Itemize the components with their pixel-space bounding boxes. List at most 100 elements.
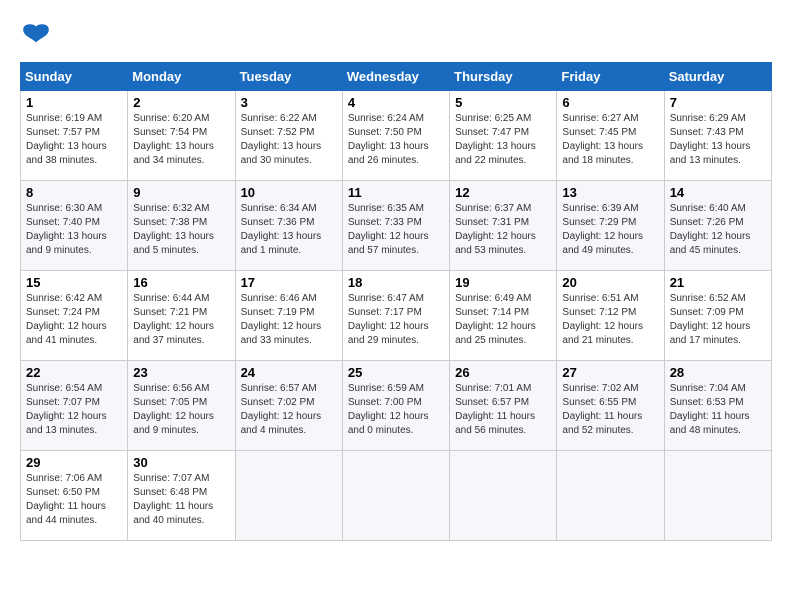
daylight-text: Daylight: 12 hours and 37 minutes. xyxy=(133,321,214,346)
calendar-cell: 26 Sunrise: 7:01 AM Sunset: 6:57 PM Dayl… xyxy=(450,361,557,451)
day-number: 2 xyxy=(133,95,229,110)
calendar-cell: 19 Sunrise: 6:49 AM Sunset: 7:14 PM Dayl… xyxy=(450,271,557,361)
sunrise-text: Sunrise: 6:42 AM xyxy=(26,293,102,304)
sunset-text: Sunset: 6:55 PM xyxy=(562,397,636,408)
daylight-text: Daylight: 13 hours and 38 minutes. xyxy=(26,141,107,166)
sunrise-text: Sunrise: 6:49 AM xyxy=(455,293,531,304)
day-number: 29 xyxy=(26,455,122,470)
calendar-cell: 17 Sunrise: 6:46 AM Sunset: 7:19 PM Dayl… xyxy=(235,271,342,361)
day-number: 20 xyxy=(562,275,658,290)
day-number: 18 xyxy=(348,275,444,290)
day-info: Sunrise: 6:46 AM Sunset: 7:19 PM Dayligh… xyxy=(241,292,337,348)
calendar-cell: 20 Sunrise: 6:51 AM Sunset: 7:12 PM Dayl… xyxy=(557,271,664,361)
sunrise-text: Sunrise: 6:54 AM xyxy=(26,383,102,394)
sunset-text: Sunset: 6:57 PM xyxy=(455,397,529,408)
calendar-cell: 14 Sunrise: 6:40 AM Sunset: 7:26 PM Dayl… xyxy=(664,181,771,271)
daylight-text: Daylight: 12 hours and 57 minutes. xyxy=(348,231,429,256)
sunrise-text: Sunrise: 6:57 AM xyxy=(241,383,317,394)
day-info: Sunrise: 7:06 AM Sunset: 6:50 PM Dayligh… xyxy=(26,472,122,528)
sunset-text: Sunset: 7:43 PM xyxy=(670,127,744,138)
calendar-cell: 18 Sunrise: 6:47 AM Sunset: 7:17 PM Dayl… xyxy=(342,271,449,361)
sunset-text: Sunset: 7:40 PM xyxy=(26,217,100,228)
calendar-cell: 11 Sunrise: 6:35 AM Sunset: 7:33 PM Dayl… xyxy=(342,181,449,271)
daylight-text: Daylight: 13 hours and 13 minutes. xyxy=(670,141,751,166)
calendar-cell: 1 Sunrise: 6:19 AM Sunset: 7:57 PM Dayli… xyxy=(21,91,128,181)
sunset-text: Sunset: 7:54 PM xyxy=(133,127,207,138)
daylight-text: Daylight: 13 hours and 26 minutes. xyxy=(348,141,429,166)
day-info: Sunrise: 6:30 AM Sunset: 7:40 PM Dayligh… xyxy=(26,202,122,258)
day-of-week-header: Thursday xyxy=(450,63,557,91)
calendar-cell: 25 Sunrise: 6:59 AM Sunset: 7:00 PM Dayl… xyxy=(342,361,449,451)
day-info: Sunrise: 6:51 AM Sunset: 7:12 PM Dayligh… xyxy=(562,292,658,348)
daylight-text: Daylight: 11 hours and 56 minutes. xyxy=(455,411,535,436)
day-info: Sunrise: 7:04 AM Sunset: 6:53 PM Dayligh… xyxy=(670,382,766,438)
sunrise-text: Sunrise: 6:34 AM xyxy=(241,203,317,214)
day-info: Sunrise: 6:25 AM Sunset: 7:47 PM Dayligh… xyxy=(455,112,551,168)
day-info: Sunrise: 6:54 AM Sunset: 7:07 PM Dayligh… xyxy=(26,382,122,438)
daylight-text: Daylight: 11 hours and 44 minutes. xyxy=(26,501,106,526)
daylight-text: Daylight: 12 hours and 13 minutes. xyxy=(26,411,107,436)
daylight-text: Daylight: 12 hours and 0 minutes. xyxy=(348,411,429,436)
day-number: 11 xyxy=(348,185,444,200)
sunrise-text: Sunrise: 6:51 AM xyxy=(562,293,638,304)
sunset-text: Sunset: 7:26 PM xyxy=(670,217,744,228)
day-of-week-header: Friday xyxy=(557,63,664,91)
sunset-text: Sunset: 7:19 PM xyxy=(241,307,315,318)
sunrise-text: Sunrise: 6:20 AM xyxy=(133,113,209,124)
calendar-cell xyxy=(450,451,557,541)
sunset-text: Sunset: 6:48 PM xyxy=(133,487,207,498)
sunset-text: Sunset: 7:21 PM xyxy=(133,307,207,318)
calendar-cell xyxy=(664,451,771,541)
day-info: Sunrise: 7:07 AM Sunset: 6:48 PM Dayligh… xyxy=(133,472,229,528)
sunrise-text: Sunrise: 6:22 AM xyxy=(241,113,317,124)
daylight-text: Daylight: 12 hours and 41 minutes. xyxy=(26,321,107,346)
sunrise-text: Sunrise: 6:56 AM xyxy=(133,383,209,394)
calendar-week-row: 15 Sunrise: 6:42 AM Sunset: 7:24 PM Dayl… xyxy=(21,271,772,361)
daylight-text: Daylight: 12 hours and 9 minutes. xyxy=(133,411,214,436)
sunrise-text: Sunrise: 6:24 AM xyxy=(348,113,424,124)
day-number: 21 xyxy=(670,275,766,290)
day-info: Sunrise: 6:34 AM Sunset: 7:36 PM Dayligh… xyxy=(241,202,337,258)
sunrise-text: Sunrise: 6:40 AM xyxy=(670,203,746,214)
sunset-text: Sunset: 7:36 PM xyxy=(241,217,315,228)
day-info: Sunrise: 6:37 AM Sunset: 7:31 PM Dayligh… xyxy=(455,202,551,258)
day-number: 10 xyxy=(241,185,337,200)
daylight-text: Daylight: 12 hours and 45 minutes. xyxy=(670,231,751,256)
day-info: Sunrise: 7:01 AM Sunset: 6:57 PM Dayligh… xyxy=(455,382,551,438)
day-info: Sunrise: 6:56 AM Sunset: 7:05 PM Dayligh… xyxy=(133,382,229,438)
day-info: Sunrise: 6:22 AM Sunset: 7:52 PM Dayligh… xyxy=(241,112,337,168)
sunset-text: Sunset: 7:29 PM xyxy=(562,217,636,228)
daylight-text: Daylight: 11 hours and 40 minutes. xyxy=(133,501,213,526)
day-number: 4 xyxy=(348,95,444,110)
calendar-cell: 2 Sunrise: 6:20 AM Sunset: 7:54 PM Dayli… xyxy=(128,91,235,181)
day-number: 5 xyxy=(455,95,551,110)
calendar-cell: 4 Sunrise: 6:24 AM Sunset: 7:50 PM Dayli… xyxy=(342,91,449,181)
sunrise-text: Sunrise: 6:19 AM xyxy=(26,113,102,124)
day-number: 30 xyxy=(133,455,229,470)
page-header xyxy=(20,20,772,52)
sunset-text: Sunset: 7:17 PM xyxy=(348,307,422,318)
calendar-cell: 30 Sunrise: 7:07 AM Sunset: 6:48 PM Dayl… xyxy=(128,451,235,541)
sunrise-text: Sunrise: 6:37 AM xyxy=(455,203,531,214)
sunrise-text: Sunrise: 6:59 AM xyxy=(348,383,424,394)
sunset-text: Sunset: 6:50 PM xyxy=(26,487,100,498)
day-number: 25 xyxy=(348,365,444,380)
calendar-cell: 22 Sunrise: 6:54 AM Sunset: 7:07 PM Dayl… xyxy=(21,361,128,451)
day-of-week-header: Tuesday xyxy=(235,63,342,91)
daylight-text: Daylight: 13 hours and 30 minutes. xyxy=(241,141,322,166)
daylight-text: Daylight: 12 hours and 53 minutes. xyxy=(455,231,536,256)
calendar-cell: 10 Sunrise: 6:34 AM Sunset: 7:36 PM Dayl… xyxy=(235,181,342,271)
day-number: 14 xyxy=(670,185,766,200)
sunrise-text: Sunrise: 6:27 AM xyxy=(562,113,638,124)
daylight-text: Daylight: 12 hours and 33 minutes. xyxy=(241,321,322,346)
sunrise-text: Sunrise: 7:04 AM xyxy=(670,383,746,394)
sunrise-text: Sunrise: 6:29 AM xyxy=(670,113,746,124)
sunrise-text: Sunrise: 7:06 AM xyxy=(26,473,102,484)
calendar-body: 1 Sunrise: 6:19 AM Sunset: 7:57 PM Dayli… xyxy=(21,91,772,541)
calendar-cell xyxy=(557,451,664,541)
calendar-cell: 12 Sunrise: 6:37 AM Sunset: 7:31 PM Dayl… xyxy=(450,181,557,271)
day-number: 6 xyxy=(562,95,658,110)
calendar-week-row: 22 Sunrise: 6:54 AM Sunset: 7:07 PM Dayl… xyxy=(21,361,772,451)
sunrise-text: Sunrise: 6:25 AM xyxy=(455,113,531,124)
day-info: Sunrise: 6:20 AM Sunset: 7:54 PM Dayligh… xyxy=(133,112,229,168)
